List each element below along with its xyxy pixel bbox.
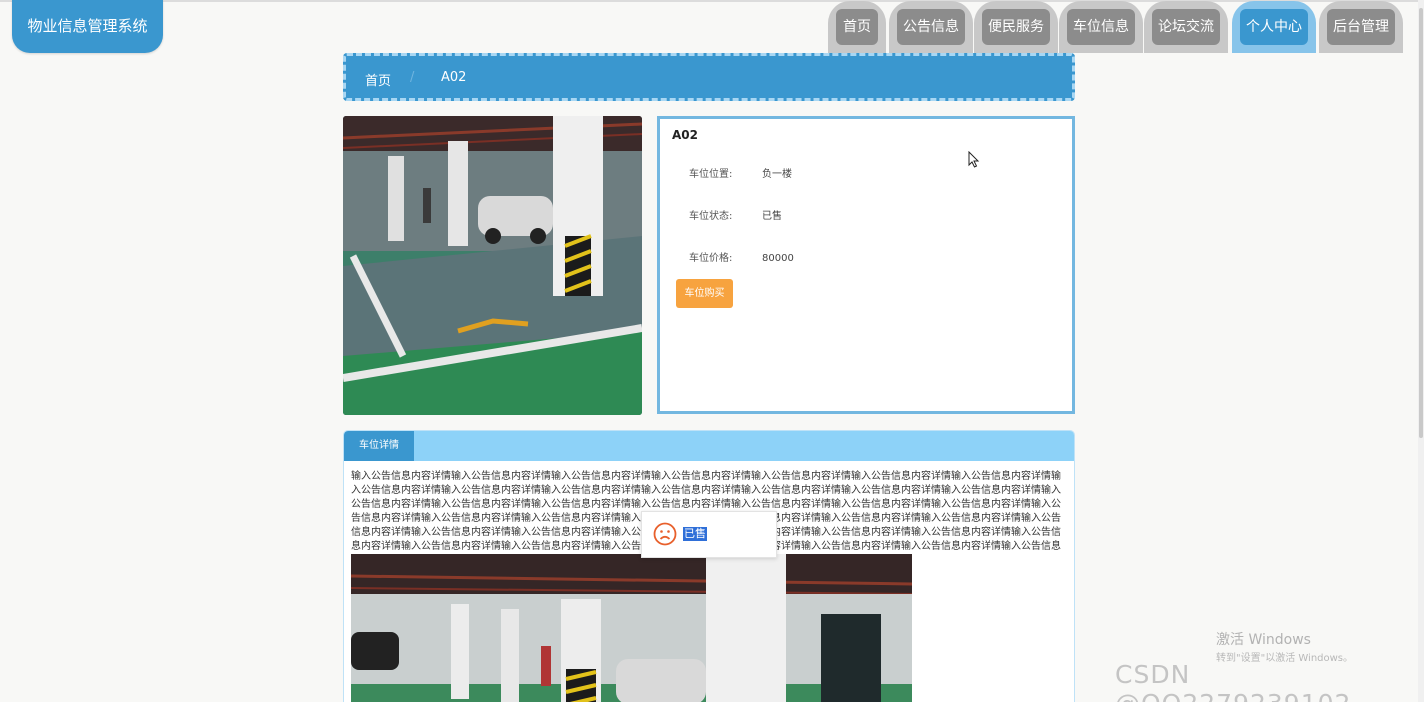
breadcrumb: 首页 / A02 [343, 53, 1075, 101]
nav-tab-parking-label: 车位信息 [1067, 9, 1135, 45]
nav-tab-services-label: 便民服务 [982, 9, 1050, 45]
toast-message: 已售 [683, 527, 707, 541]
tab-parking-details[interactable]: 车位详情 [344, 431, 414, 461]
details-header: 车位详情 [344, 431, 1074, 461]
status-row: 车位状态: 已售 [689, 207, 782, 222]
nav-tab-admin[interactable]: 后台管理 [1319, 1, 1403, 53]
sad-face-icon [653, 522, 677, 550]
price-row: 车位价格: 80000 [689, 249, 794, 264]
nav-tab-home-label: 首页 [836, 9, 878, 45]
parking-title: A02 [672, 128, 698, 142]
parking-space-photo [343, 116, 642, 415]
location-label: 车位位置: [689, 169, 733, 180]
breadcrumb-current: A02 [441, 70, 467, 85]
breadcrumb-home-link[interactable]: 首页 [365, 70, 391, 89]
app-logo-title[interactable]: 物业信息管理系统 [12, 0, 163, 53]
breadcrumb-separator: / [410, 70, 415, 85]
parking-garage-detail-image [351, 554, 912, 702]
nav-tab-forum[interactable]: 论坛交流 [1144, 1, 1228, 53]
nav-tab-announcements-label: 公告信息 [897, 9, 965, 45]
nav-tab-profile[interactable]: 个人中心 [1232, 1, 1316, 53]
price-label: 车位价格: [689, 253, 733, 264]
parking-garage-image [343, 116, 642, 415]
location-row: 车位位置: 负一楼 [689, 165, 792, 180]
details-photo [351, 554, 912, 702]
windows-activation-title: 激活 Windows [1216, 632, 1311, 648]
nav-tab-home[interactable]: 首页 [828, 1, 886, 53]
details-panel: 车位详情 输入公告信息内容详情输入公告信息内容详情输入公告信息内容详情输入公告信… [343, 430, 1075, 702]
page-scrollbar-thumb[interactable] [1419, 8, 1423, 438]
mouse-pointer-icon [968, 150, 980, 173]
nav-tab-announcements[interactable]: 公告信息 [889, 1, 973, 53]
price-value: 80000 [762, 253, 794, 264]
nav-tab-parking[interactable]: 车位信息 [1059, 1, 1143, 53]
nav-tab-profile-label: 个人中心 [1240, 9, 1308, 45]
buy-parking-button[interactable]: 车位购买 [676, 279, 733, 308]
nav-tab-forum-label: 论坛交流 [1152, 9, 1220, 45]
status-toast: 已售 [641, 511, 777, 558]
location-value: 负一楼 [762, 169, 792, 180]
csdn-watermark: CSDN @QQ2279239102 [1115, 660, 1350, 702]
nav-tab-services[interactable]: 便民服务 [974, 1, 1058, 53]
nav-tab-admin-label: 后台管理 [1327, 9, 1395, 45]
status-value: 已售 [762, 211, 782, 222]
status-label: 车位状态: [689, 211, 733, 222]
parking-info-panel: A02 车位位置: 负一楼 车位状态: 已售 车位价格: 80000 车位购买 [657, 116, 1075, 414]
